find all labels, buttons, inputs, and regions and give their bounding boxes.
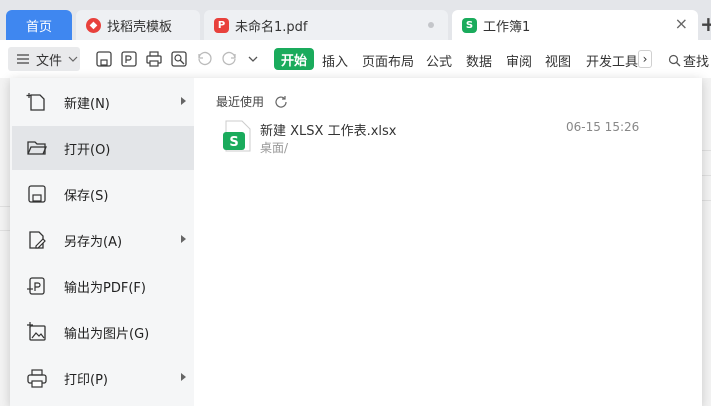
new-tab-icon[interactable]: + (700, 12, 711, 36)
menu-item-export-image[interactable]: 输出为图片(G) (12, 310, 194, 354)
refresh-icon[interactable] (274, 95, 288, 109)
undo-icon[interactable] (195, 50, 213, 68)
menu-item-export-pdf[interactable]: 输出为PDF(F) (12, 264, 194, 308)
toolbar: 文件 开始 插入 页面布局 公式 数据 审阅 视图 开发工具 › 查找 (0, 40, 711, 78)
tab-data[interactable]: 数据 (466, 51, 492, 70)
quick-access-dropdown-icon[interactable] (248, 54, 258, 64)
search-label: 查找 (683, 55, 710, 70)
file-menu-label: 文件 (36, 53, 63, 69)
submenu-arrow-icon (181, 373, 186, 381)
save-icon (28, 185, 46, 203)
tab-page-layout[interactable]: 页面布局 (362, 51, 414, 70)
tab-formulas[interactable]: 公式 (426, 51, 452, 70)
tab-workbook[interactable]: S 工作簿1 × (452, 10, 698, 40)
new-file-icon (26, 93, 45, 111)
more-tabs-button[interactable]: › (638, 50, 652, 68)
menu-item-open[interactable]: 打开(O) (12, 126, 194, 170)
tab-insert[interactable]: 插入 (322, 51, 348, 70)
menu-item-open-label: 打开(O) (64, 142, 111, 158)
unsaved-dot-icon (428, 22, 434, 28)
tab-start[interactable]: 开始 (274, 48, 314, 70)
grid-line (702, 200, 711, 201)
submenu-arrow-icon (181, 235, 186, 243)
grid-line (702, 150, 711, 151)
chevron-right-icon: › (642, 52, 648, 66)
spreadsheet-file-icon: S (462, 17, 477, 33)
tab-bar: 首页 ◆ 找稻壳模板 P 未命名1.pdf S 工作簿1 × + (0, 0, 711, 40)
file-type-badge: S (229, 135, 238, 150)
menu-item-export-image-label: 输出为图片(G) (64, 326, 150, 342)
menu-item-save[interactable]: 保存(S) (12, 172, 194, 216)
save-as-icon (29, 231, 46, 249)
recent-file-time: 06-15 15:26 (566, 120, 640, 134)
tab-docer-templates[interactable]: ◆ 找稻壳模板 (76, 10, 200, 40)
tab-review[interactable]: 审阅 (506, 51, 532, 70)
export-pdf-icon[interactable] (120, 50, 138, 68)
save-icon[interactable] (95, 50, 113, 68)
menu-item-save-label: 保存(S) (64, 188, 109, 204)
spreadsheet-file-icon: S (223, 120, 251, 152)
tab-docer-label: 找稻壳模板 (107, 19, 173, 35)
menu-item-print[interactable]: 打印(P) (12, 356, 194, 400)
file-menu-panel: 新建(N) 打开(O) 保存(S) 另存为(A) 输出为PDF(F) 输出为图片… (10, 78, 702, 406)
pdf-file-icon: P (214, 17, 229, 33)
print-preview-icon[interactable] (170, 50, 188, 68)
menu-item-new[interactable]: 新建(N) (12, 80, 194, 124)
menu-item-save-as[interactable]: 另存为(A) (12, 218, 194, 262)
tab-pdf-label: 未命名1.pdf (235, 19, 308, 35)
search-button[interactable]: 查找 (668, 51, 709, 70)
tab-home[interactable]: 首页 (6, 10, 72, 40)
submenu-arrow-icon (181, 97, 186, 105)
tab-developer[interactable]: 开发工具 (586, 51, 638, 70)
grid-line (702, 175, 711, 176)
tab-pdf[interactable]: P 未命名1.pdf (204, 10, 448, 40)
tab-workbook-label: 工作簿1 (483, 19, 531, 35)
recent-section-header: 最近使用 (216, 93, 288, 110)
hamburger-menu-icon (17, 54, 29, 64)
tab-view[interactable]: 视图 (545, 51, 571, 70)
export-image-icon (27, 322, 46, 341)
menu-item-export-pdf-label: 输出为PDF(F) (64, 280, 146, 296)
folder-open-icon (27, 141, 47, 155)
recent-file-path: 桌面/ (260, 141, 289, 155)
menu-item-save-as-label: 另存为(A) (64, 234, 123, 250)
recent-title: 最近使用 (216, 95, 265, 109)
printer-icon (27, 369, 47, 388)
menu-item-print-label: 打印(P) (64, 372, 108, 388)
file-menu-list: 新建(N) 打开(O) 保存(S) 另存为(A) 输出为PDF(F) 输出为图片… (10, 78, 194, 406)
redo-icon[interactable] (221, 50, 239, 68)
close-tab-icon[interactable]: × (675, 16, 688, 32)
docer-logo-icon: ◆ (86, 17, 101, 33)
chevron-down-icon (68, 56, 78, 62)
menu-item-new-label: 新建(N) (64, 96, 110, 112)
search-icon (668, 54, 681, 67)
export-pdf-icon (27, 277, 45, 295)
grid-line (0, 206, 10, 207)
file-menu-button[interactable]: 文件 (8, 47, 80, 71)
print-icon[interactable] (145, 50, 163, 68)
grid-line (0, 230, 10, 231)
recent-file-name: 新建 XLSX 工作表.xlsx (260, 124, 397, 139)
tab-home-label: 首页 (25, 19, 52, 35)
recent-file-item[interactable]: S 新建 XLSX 工作表.xlsx 桌面/ 06-15 15:26 (220, 118, 690, 158)
tab-start-label: 开始 (280, 53, 307, 69)
